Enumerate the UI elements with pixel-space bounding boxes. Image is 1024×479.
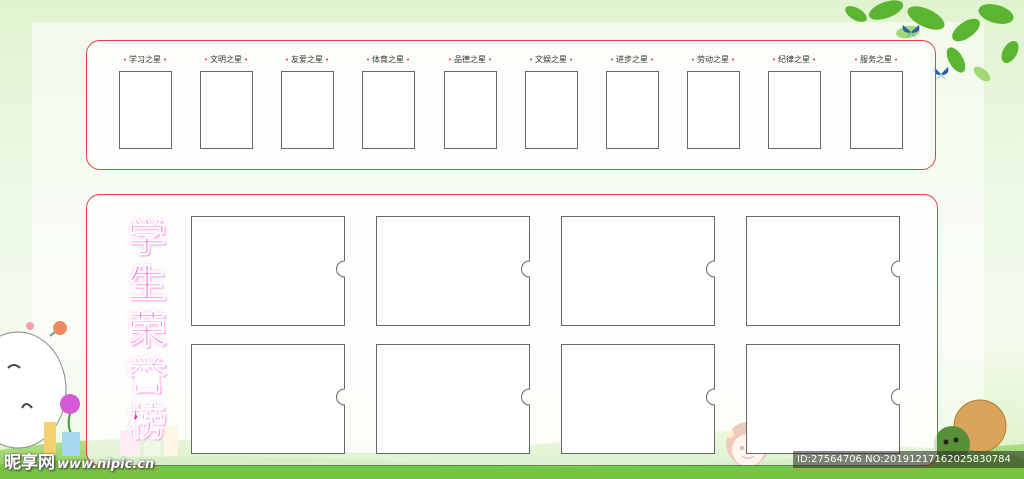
star-label: • 服务之星 • <box>853 55 899 64</box>
star-label: • 友爱之星 • <box>284 55 330 64</box>
title-char: 荣 <box>127 308 166 353</box>
photo-frame <box>444 71 497 149</box>
photo-frame <box>281 71 334 149</box>
star-slot: • 品德之星 • <box>443 53 497 149</box>
poster-canvas: • 学习之星 • • 文明之星 • • 友爱之星 • • 体育之星 • • 品德之星 • • 文娱之星… <box>0 0 1024 479</box>
star-slot: • 文明之星 • <box>199 53 253 149</box>
star-slot: • 纪律之星 • <box>767 53 821 149</box>
photo-frame <box>525 71 578 149</box>
photo-frame <box>850 71 903 149</box>
honor-photo-frame <box>191 216 345 326</box>
watermark-url: www.nipic.cn <box>57 457 155 472</box>
photo-frame <box>768 71 821 149</box>
image-id-bar: ID:27564706 NO:20191217162025830784 <box>793 451 1024 468</box>
star-slot: • 友爱之星 • <box>280 53 334 149</box>
title-char: 生 <box>127 262 166 307</box>
honor-photo-frame <box>746 216 900 326</box>
title-char: 誉 <box>127 354 166 399</box>
honor-board-title: 学 生 荣 誉 榜 <box>119 215 175 445</box>
star-label: • 纪律之星 • <box>771 55 817 64</box>
honor-photo-frame <box>191 344 345 454</box>
star-label: • 劳动之星 • <box>690 55 736 64</box>
image-id-text: ID:27564706 NO:20191217162025830784 <box>797 454 1011 465</box>
photo-frame <box>119 71 172 149</box>
star-slot: • 进步之星 • <box>605 53 659 149</box>
star-label: • 文明之星 • <box>203 55 249 64</box>
star-slot: • 体育之星 • <box>361 53 415 149</box>
star-label: • 文娱之星 • <box>528 55 574 64</box>
title-char: 榜 <box>127 400 166 445</box>
honor-photo-frame <box>746 344 900 454</box>
photo-frame <box>200 71 253 149</box>
honor-photo-frame <box>376 216 530 326</box>
honor-photo-frame <box>561 216 715 326</box>
honor-photo-frame <box>561 344 715 454</box>
photo-frame <box>362 71 415 149</box>
star-label: • 品德之星 • <box>447 55 493 64</box>
photo-frame <box>606 71 659 149</box>
star-slot: • 学习之星 • <box>118 53 172 149</box>
star-slot: • 服务之星 • <box>849 53 903 149</box>
star-label: • 学习之星 • <box>122 55 168 64</box>
photo-frame <box>687 71 740 149</box>
star-label: • 进步之星 • <box>609 55 655 64</box>
butterfly-icon <box>902 25 920 39</box>
honor-photo-frame <box>376 344 530 454</box>
watermark: 昵享网 www.nipic.cn <box>4 448 154 473</box>
star-slot: • 文娱之星 • <box>524 53 578 149</box>
stars-board: • 学习之星 • • 文明之星 • • 友爱之星 • • 体育之星 • • 品德之星 • • 文娱之星… <box>86 40 936 170</box>
star-label: • 体育之星 • <box>365 55 411 64</box>
star-slot: • 劳动之星 • <box>686 53 740 149</box>
watermark-brand: 昵享网 <box>4 453 55 473</box>
title-char: 学 <box>127 216 166 261</box>
